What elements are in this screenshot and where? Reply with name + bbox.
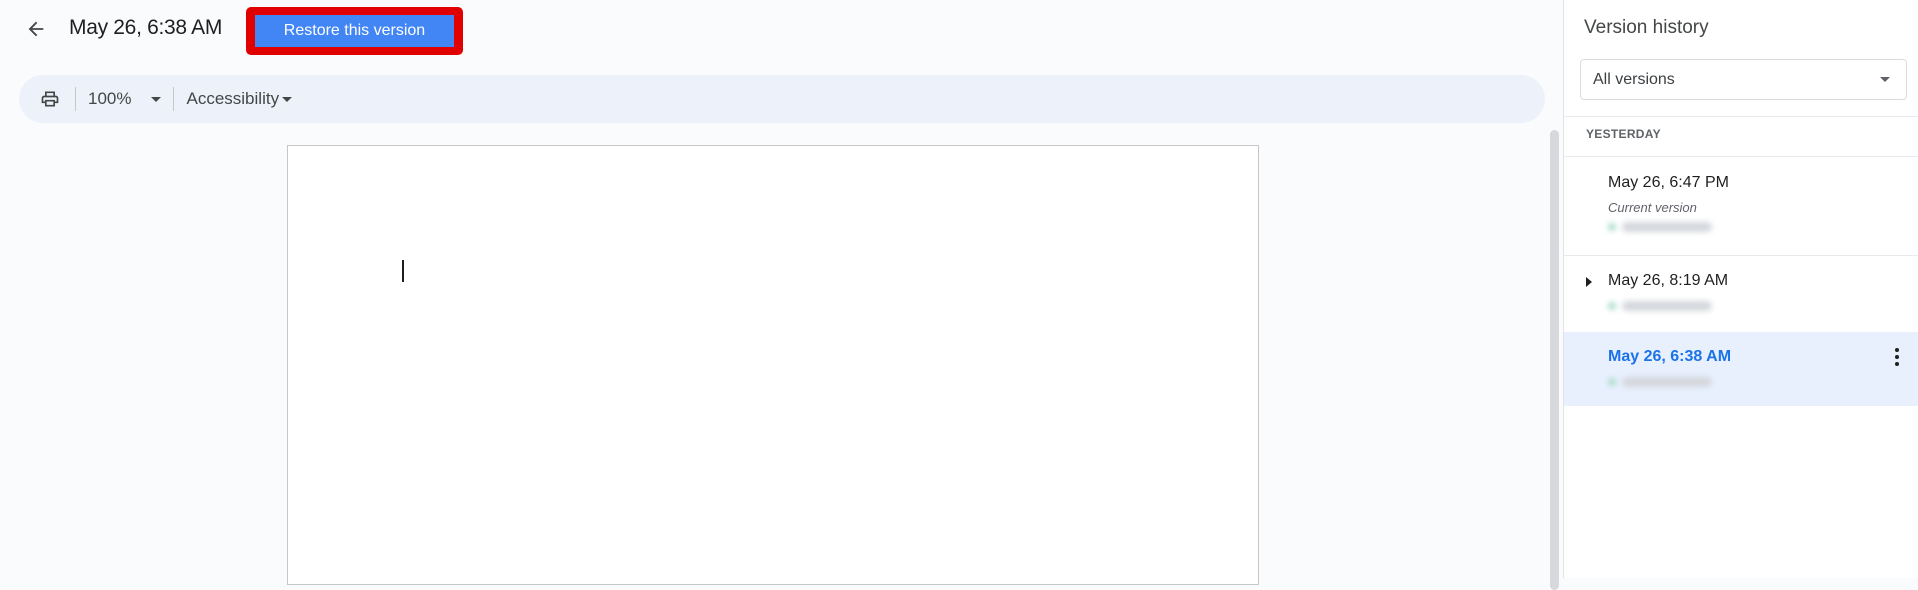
- version-item[interactable]: May 26, 6:47 PM Current version: [1564, 157, 1918, 255]
- restore-version-button[interactable]: Restore this version: [255, 15, 454, 47]
- document-page[interactable]: [287, 145, 1259, 585]
- chevron-down-icon: [1880, 77, 1890, 82]
- expand-triangle-icon[interactable]: [1586, 277, 1592, 287]
- text-cursor: [402, 260, 404, 282]
- accessibility-menu[interactable]: Accessibility: [186, 89, 293, 109]
- version-author-blurred: [1608, 300, 1720, 312]
- version-author-blurred: [1608, 376, 1720, 388]
- more-vert-icon[interactable]: [1889, 345, 1905, 369]
- zoom-value: 100%: [88, 89, 132, 108]
- arrow-left-icon: [28, 21, 44, 37]
- version-item-selected[interactable]: May 26, 6:38 AM: [1564, 332, 1918, 406]
- version-title: May 26, 6:38 AM: [69, 16, 223, 39]
- toolbar: 100% Accessibility: [19, 75, 1545, 123]
- print-button[interactable]: [37, 86, 63, 112]
- toolbar-divider: [75, 87, 76, 111]
- version-time: May 26, 6:38 AM: [1608, 348, 1732, 365]
- scrollbar-thumb[interactable]: [1550, 130, 1559, 590]
- scrollbar[interactable]: [1548, 128, 1560, 590]
- author-name-redacted: [1622, 301, 1712, 311]
- top-bar: May 26, 6:38 AM Restore this version: [0, 0, 1563, 58]
- version-author-blurred: [1608, 221, 1720, 233]
- printer-icon: [41, 91, 59, 107]
- author-color-dot: [1608, 223, 1616, 231]
- document-viewer: May 26, 6:38 AM Restore this version 100…: [0, 0, 1563, 590]
- author-name-redacted: [1622, 222, 1712, 232]
- panel-title: Version history: [1584, 17, 1709, 38]
- version-subtitle: Current version: [1608, 200, 1697, 215]
- chevron-down-icon: [151, 96, 162, 102]
- version-history-panel: Version history All versions YESTERDAY M…: [1563, 0, 1918, 578]
- section-label: YESTERDAY: [1586, 127, 1661, 141]
- zoom-select[interactable]: 100%: [88, 89, 162, 109]
- author-color-dot: [1608, 302, 1616, 310]
- version-time: May 26, 6:47 PM: [1608, 174, 1729, 191]
- version-time: May 26, 8:19 AM: [1608, 272, 1729, 289]
- version-filter-dropdown[interactable]: All versions: [1580, 59, 1907, 100]
- divider: [1564, 116, 1918, 117]
- toolbar-divider: [173, 87, 175, 111]
- accessibility-label: Accessibility: [186, 89, 280, 108]
- filter-value: All versions: [1593, 70, 1675, 88]
- author-name-redacted: [1622, 377, 1712, 387]
- back-button[interactable]: [20, 13, 52, 45]
- chevron-down-icon: [282, 96, 293, 102]
- version-item[interactable]: May 26, 8:19 AM: [1564, 256, 1918, 332]
- author-color-dot: [1608, 378, 1616, 386]
